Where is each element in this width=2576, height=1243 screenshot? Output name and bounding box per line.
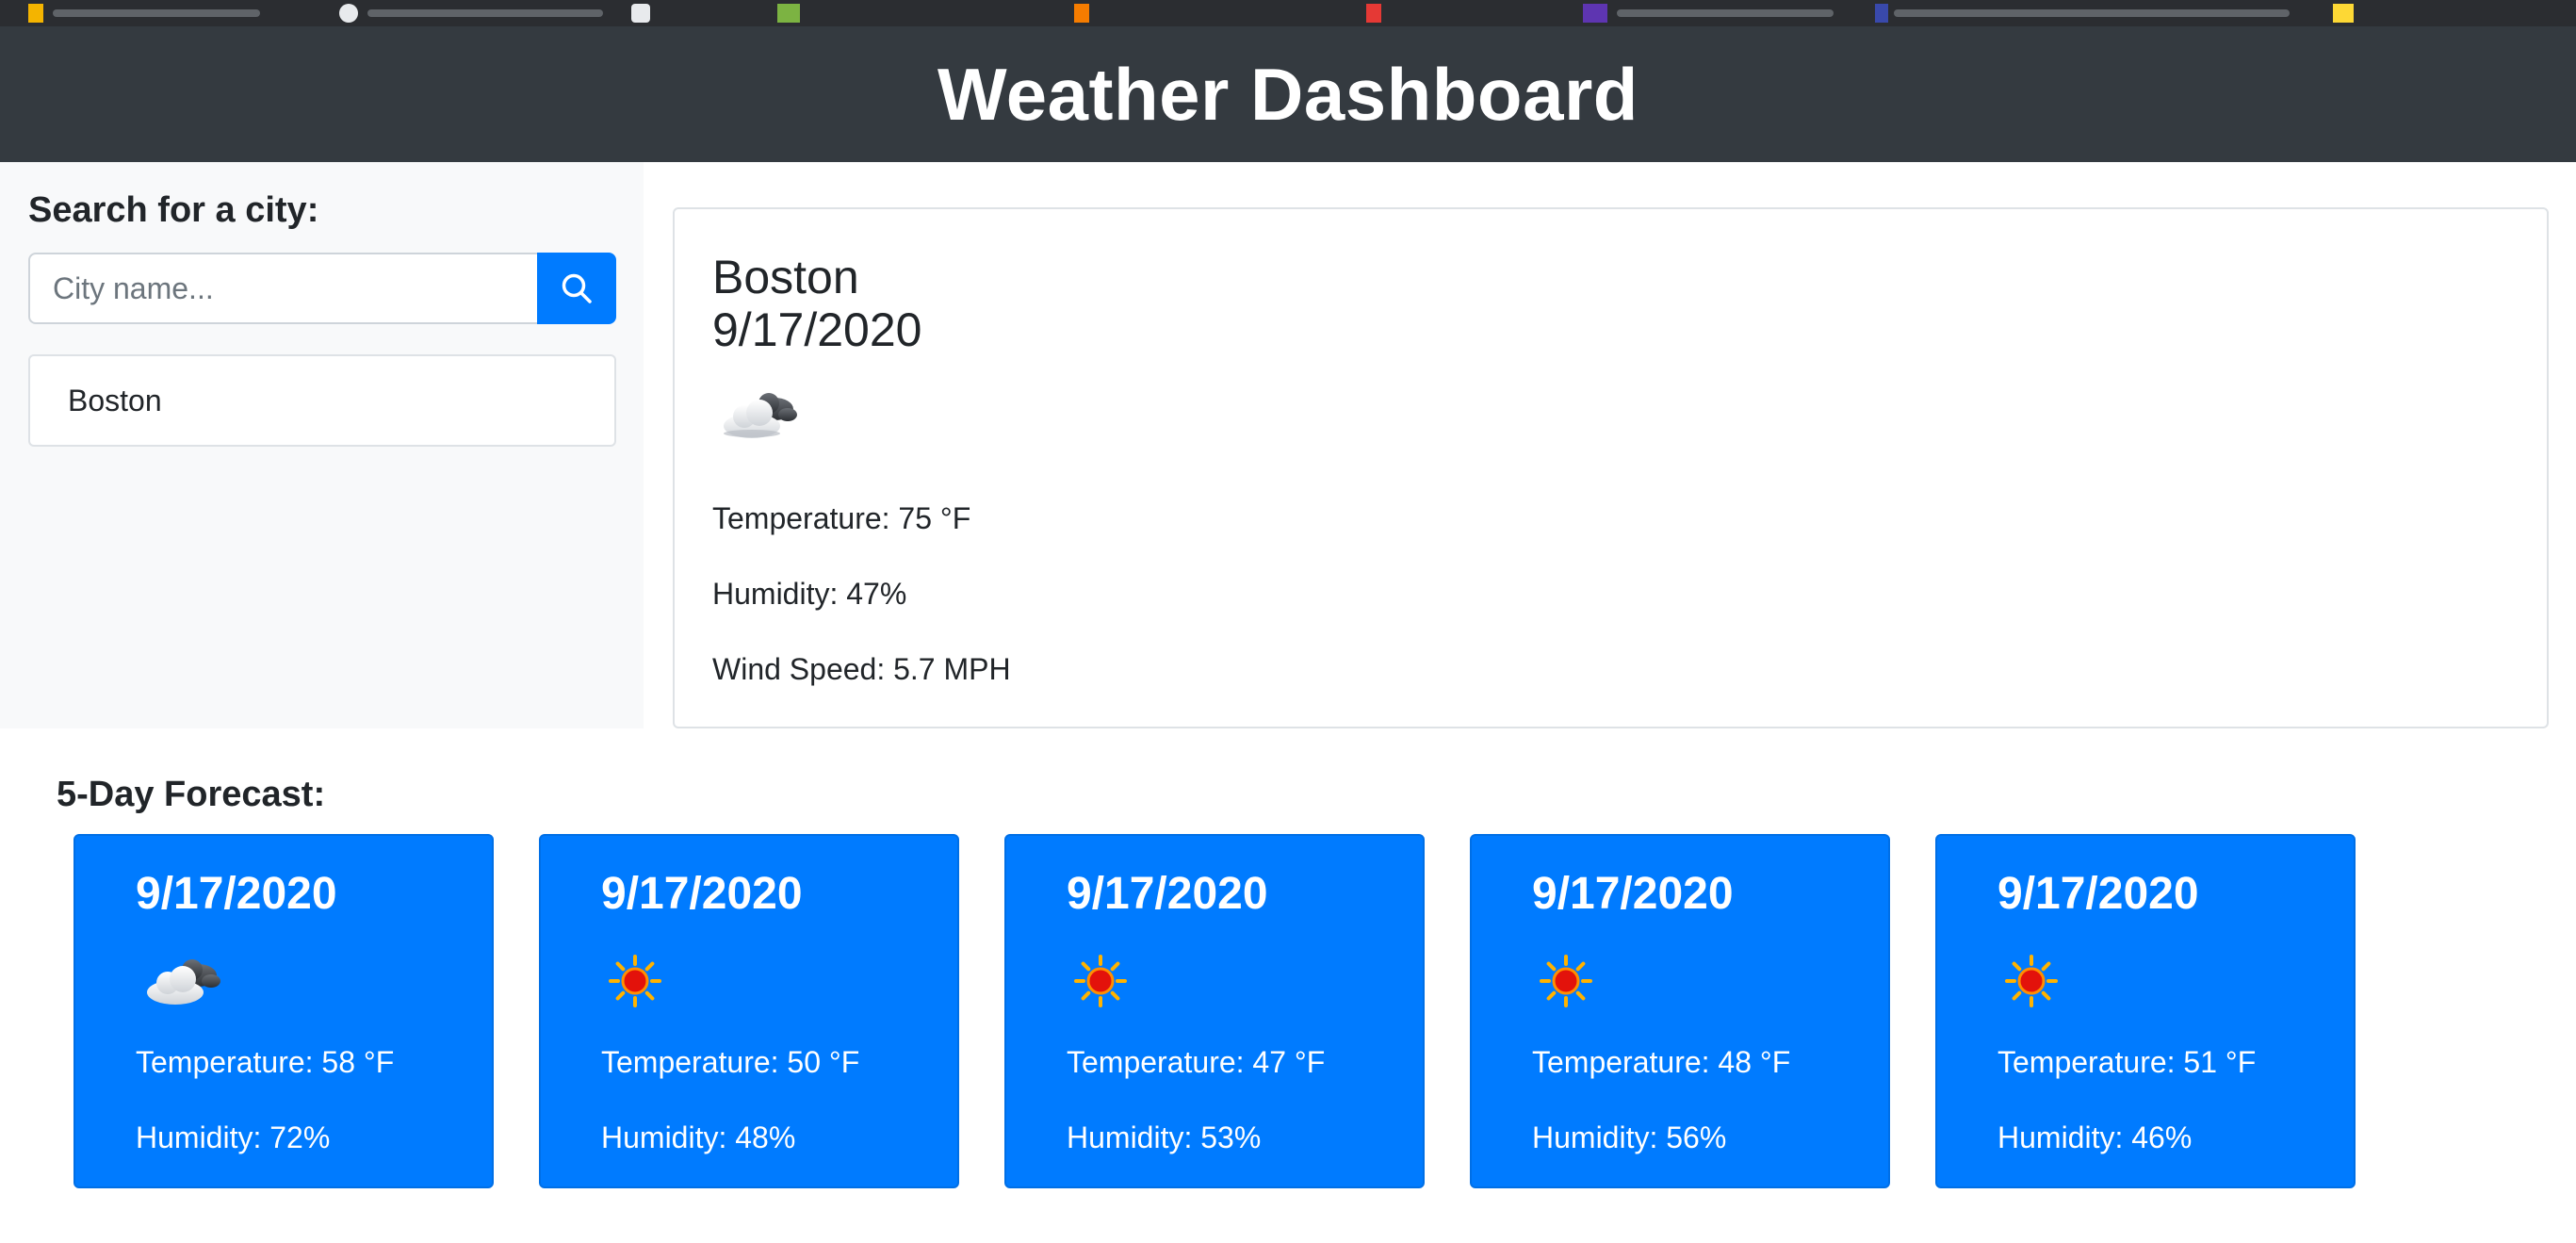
- bookmark-item[interactable]: [53, 9, 260, 17]
- browser-bookmarks-bar: [0, 0, 2576, 26]
- forecast-date: 9/17/2020: [1067, 869, 1268, 919]
- bookmark-favicon[interactable]: [28, 4, 43, 23]
- city-search-input[interactable]: [28, 253, 539, 324]
- current-humidity: Humidity: 47%: [712, 577, 907, 611]
- forecast-date: 9/17/2020: [601, 869, 803, 919]
- forecast-temperature: Temperature: 58 °F: [136, 1045, 395, 1079]
- page-title: Weather Dashboard: [937, 52, 1639, 136]
- current-wind-speed: Wind Speed: 5.7 MPH: [712, 652, 1011, 686]
- bookmark-favicon[interactable]: [777, 4, 800, 23]
- current-temperature: Temperature: 75 °F: [712, 501, 971, 535]
- forecast-temperature: Temperature: 51 °F: [1997, 1045, 2257, 1079]
- bookmark-item[interactable]: [1617, 9, 1834, 17]
- forecast-humidity: Humidity: 46%: [1997, 1120, 2193, 1154]
- forecast-humidity: Humidity: 48%: [601, 1120, 796, 1154]
- forecast-row: 9/17/2020 Temperature: 58 °F Humidity: 7…: [0, 834, 2576, 1190]
- forecast-card: 9/17/2020 Temperature: 51 °F Humidity: 4…: [1935, 834, 2356, 1188]
- forecast-card: 9/17/2020 Temperature: 50 °F Humidity: 4…: [539, 834, 959, 1188]
- forecast-temperature: Temperature: 48 °F: [1532, 1045, 1791, 1079]
- search-heading: Search for a city:: [28, 190, 319, 230]
- bookmark-favicon[interactable]: [1875, 4, 1888, 23]
- search-button[interactable]: [537, 253, 616, 324]
- forecast-date: 9/17/2020: [1997, 869, 2199, 919]
- current-date: 9/17/2020: [712, 303, 922, 356]
- forecast-card: 9/17/2020 Temperature: 47 °F Humidity: 5…: [1004, 834, 1425, 1188]
- forecast-humidity: Humidity: 53%: [1067, 1120, 1262, 1154]
- current-weather-card: Boston 9/17/2020 Temperature: 75 °F Humi…: [673, 207, 2549, 728]
- app-header: Weather Dashboard: [0, 26, 2576, 162]
- forecast-date: 9/17/2020: [1532, 869, 1734, 919]
- partly-cloudy-icon: [716, 384, 807, 450]
- bookmark-favicon[interactable]: [1583, 4, 1607, 23]
- search-sidebar: Search for a city: Boston: [0, 162, 644, 728]
- bookmark-favicon[interactable]: [631, 4, 650, 23]
- sun-icon: [2001, 951, 2062, 1016]
- forecast-date: 9/17/2020: [136, 869, 337, 919]
- forecast-humidity: Humidity: 72%: [136, 1120, 331, 1154]
- forecast-humidity: Humidity: 56%: [1532, 1120, 1727, 1154]
- search-icon: [562, 273, 592, 303]
- bookmark-favicon[interactable]: [1366, 4, 1381, 23]
- bookmark-item[interactable]: [1894, 9, 2290, 17]
- partly-cloudy-icon: [139, 951, 230, 1016]
- bookmark-favicon[interactable]: [2333, 4, 2354, 23]
- forecast-card: 9/17/2020 Temperature: 48 °F Humidity: 5…: [1470, 834, 1890, 1188]
- forecast-temperature: Temperature: 50 °F: [601, 1045, 860, 1079]
- sun-icon: [1536, 951, 1596, 1016]
- search-history-list: Boston: [28, 354, 616, 447]
- sun-icon: [1070, 951, 1131, 1016]
- forecast-temperature: Temperature: 47 °F: [1067, 1045, 1326, 1079]
- current-city: Boston: [712, 251, 859, 303]
- bookmark-item[interactable]: [367, 9, 603, 17]
- sun-icon: [605, 951, 665, 1016]
- forecast-card: 9/17/2020 Temperature: 58 °F Humidity: 7…: [73, 834, 494, 1188]
- bookmark-favicon[interactable]: [339, 4, 358, 23]
- bookmark-favicon[interactable]: [1074, 4, 1089, 23]
- history-item-boston[interactable]: Boston: [28, 354, 616, 447]
- forecast-heading: 5-Day Forecast:: [57, 775, 326, 814]
